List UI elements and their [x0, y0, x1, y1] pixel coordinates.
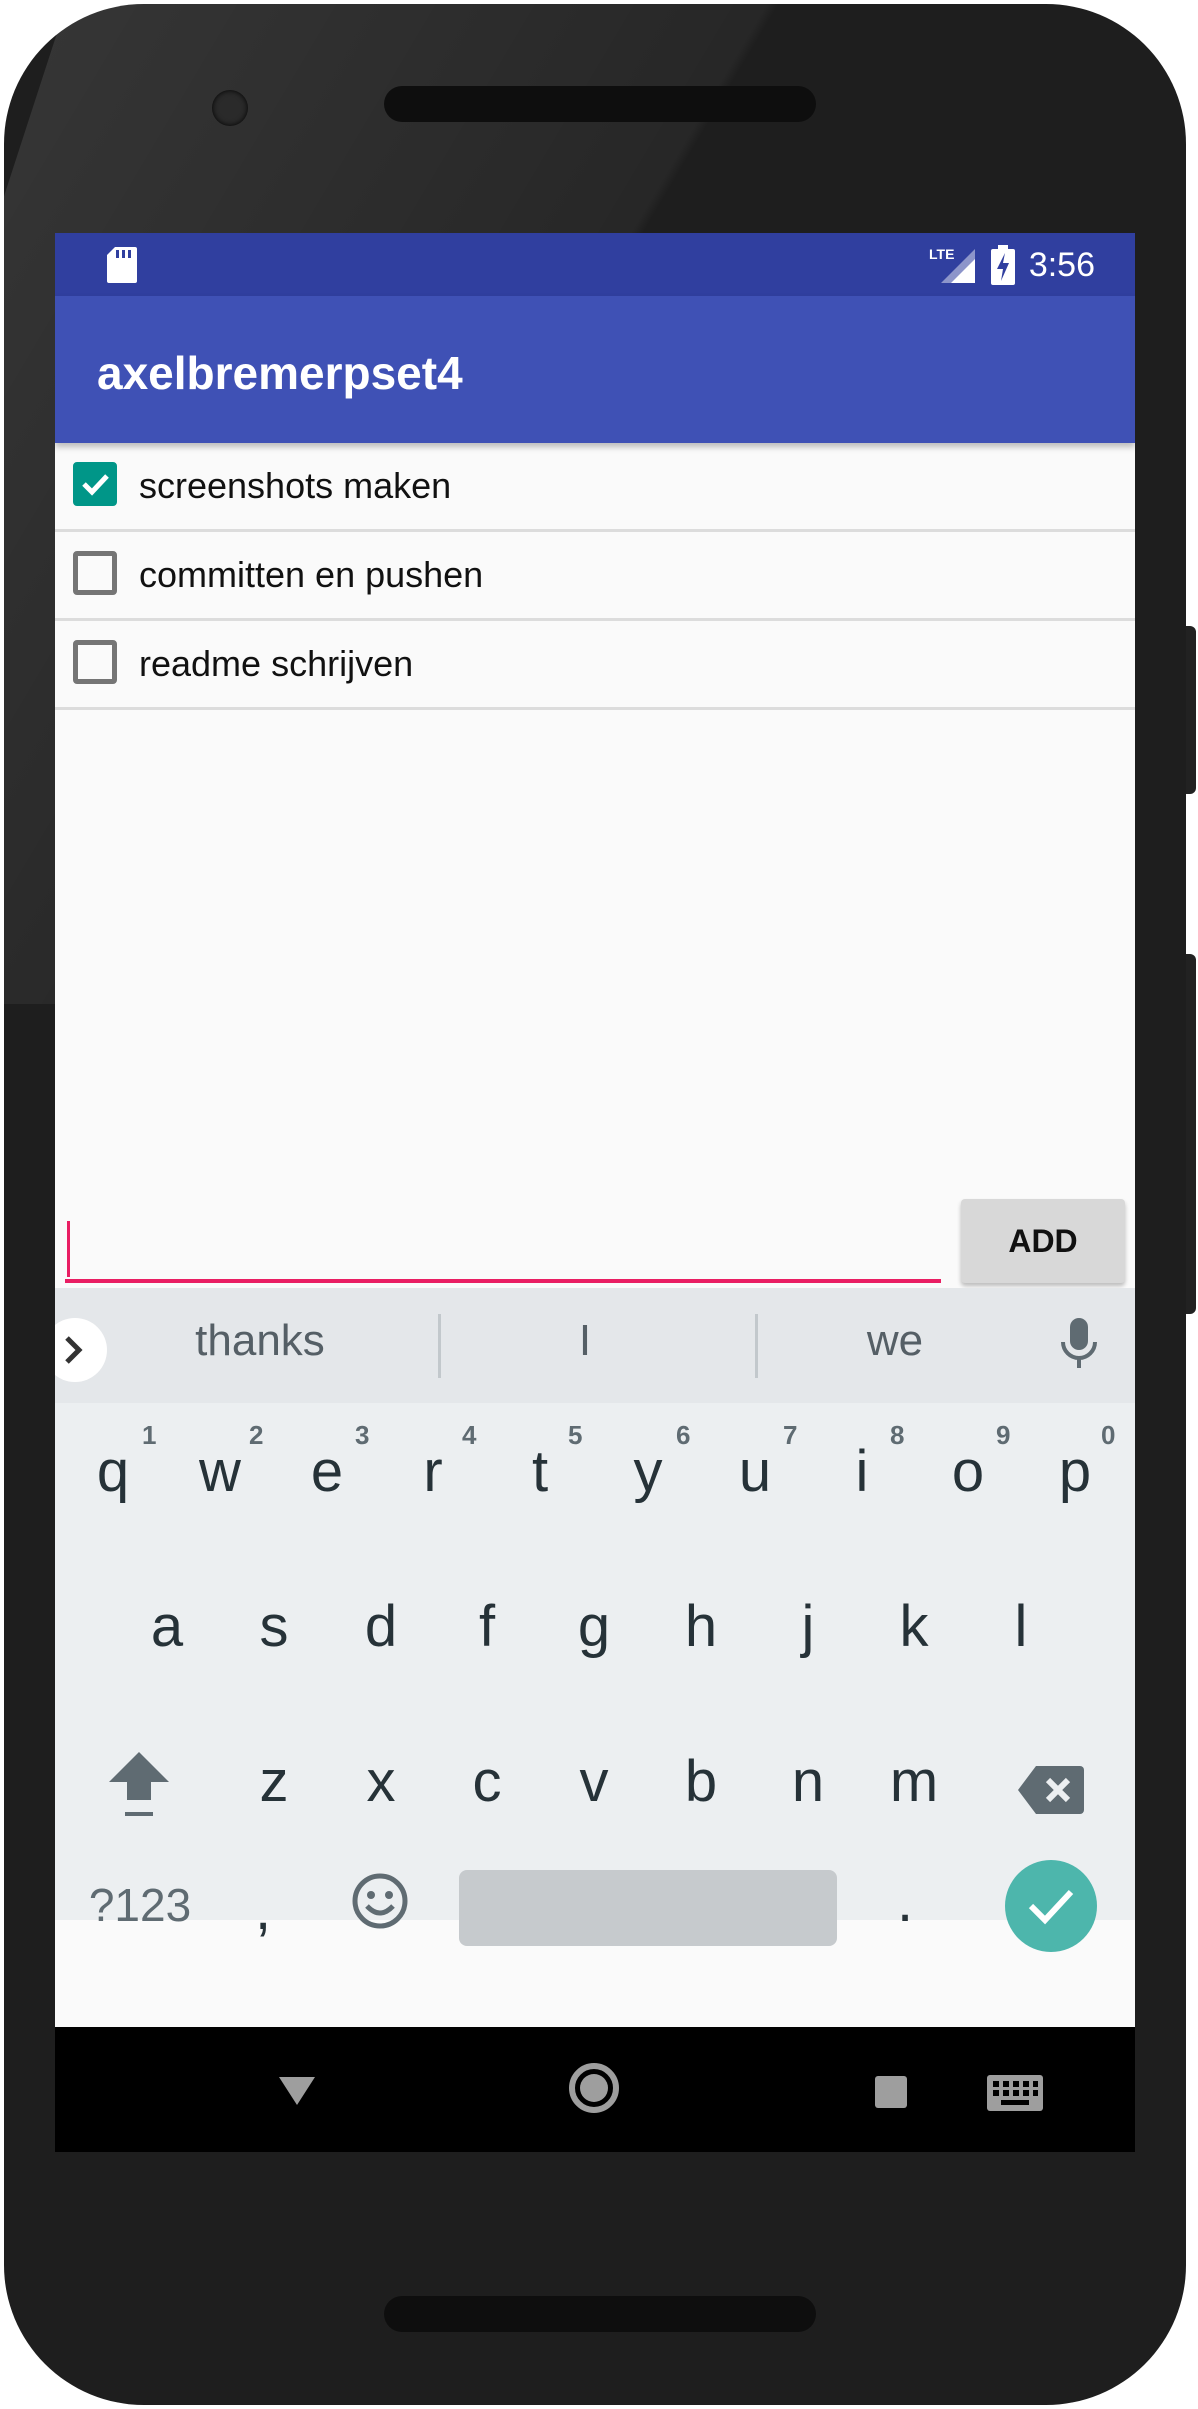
key-z[interactable]: z — [234, 1748, 314, 1815]
navigation-bar — [55, 2027, 1135, 2152]
key-hint-2: 2 — [249, 1420, 264, 1450]
status-bar: LTE 3:56 — [55, 233, 1135, 296]
keyboard-switch-icon[interactable] — [987, 2075, 1043, 2111]
item-label: committen en pushen — [139, 554, 484, 595]
key-v[interactable]: v — [554, 1748, 634, 1815]
expand-suggestions-button[interactable] — [55, 1318, 107, 1382]
key-hint-7: 7 — [783, 1420, 798, 1450]
key-a[interactable]: a — [127, 1593, 207, 1660]
shift-icon[interactable] — [107, 1748, 171, 1820]
soft-keyboard: thanks I we q 1 w 2 e 3 r 4 t 5 y 6 u 7 … — [55, 1288, 1135, 1952]
suggestion-bar: thanks I we — [55, 1288, 1135, 1403]
suggestion-divider — [438, 1314, 441, 1378]
key-c[interactable]: c — [447, 1748, 527, 1815]
item-checkbox[interactable] — [73, 551, 117, 595]
symbols-key[interactable]: ?123 — [85, 1878, 195, 1932]
suggestion-2[interactable]: I — [455, 1316, 715, 1366]
status-right: LTE 3:56 — [929, 243, 1095, 287]
power-button — [1186, 626, 1196, 794]
svg-text:LTE: LTE — [929, 246, 954, 262]
key-hint-3: 3 — [355, 1420, 370, 1450]
key-j[interactable]: j — [768, 1593, 848, 1660]
front-camera — [212, 90, 248, 126]
recents-square-icon[interactable] — [875, 2076, 907, 2108]
key-hint-5: 5 — [568, 1420, 583, 1450]
key-hint-9: 9 — [996, 1420, 1011, 1450]
item-label: screenshots maken — [139, 465, 452, 506]
list-item[interactable]: screenshots maken — [55, 443, 1135, 532]
key-hint-8: 8 — [890, 1420, 905, 1450]
app-title: axelbremerpset4 — [97, 347, 463, 399]
list-item[interactable]: committen en pushen — [55, 532, 1135, 621]
checkmark-icon — [82, 474, 109, 496]
backspace-icon[interactable] — [1018, 1766, 1084, 1814]
done-button[interactable] — [1005, 1860, 1097, 1952]
checkmark-icon — [1028, 1889, 1074, 1925]
item-label: readme schrijven — [139, 643, 414, 684]
sd-card-icon — [107, 247, 137, 283]
key-d[interactable]: d — [341, 1593, 421, 1660]
key-k[interactable]: k — [874, 1593, 954, 1660]
list-item[interactable]: readme schrijven — [55, 621, 1135, 710]
key-n[interactable]: n — [768, 1748, 848, 1815]
microphone-icon[interactable] — [1061, 1318, 1097, 1370]
text-cursor — [67, 1221, 70, 1277]
key-f[interactable]: f — [447, 1593, 527, 1660]
lte-signal-icon: LTE — [929, 246, 975, 283]
screen: LTE 3:56 axelbremerpset4 screenshots mak… — [55, 233, 1135, 2152]
suggestion-3[interactable]: we — [755, 1316, 1035, 1366]
key-r[interactable]: r — [393, 1438, 473, 1505]
suggestion-1[interactable]: thanks — [115, 1316, 405, 1366]
back-triangle-icon[interactable] — [277, 2075, 317, 2107]
chevron-right-icon — [65, 1336, 83, 1364]
key-m[interactable]: m — [874, 1748, 954, 1815]
app-bar: axelbremerpset4 — [55, 296, 1135, 443]
volume-button — [1186, 954, 1196, 1314]
key-hint-1: 1 — [142, 1420, 157, 1450]
todo-list: screenshots maken committen en pushen re… — [55, 443, 1135, 710]
key-x[interactable]: x — [341, 1748, 421, 1815]
key-h[interactable]: h — [661, 1593, 741, 1660]
home-circle-icon[interactable] — [567, 2061, 621, 2115]
battery-charging-icon — [990, 245, 1015, 285]
space-key[interactable] — [459, 1870, 837, 1946]
key-l[interactable]: l — [981, 1593, 1061, 1660]
key-w[interactable]: w — [180, 1438, 260, 1505]
key-hint-0: 0 — [1101, 1420, 1116, 1450]
item-checkbox[interactable] — [73, 640, 117, 684]
key-q[interactable]: q — [73, 1438, 153, 1505]
comma-key[interactable]: , — [233, 1876, 293, 1943]
key-g[interactable]: g — [554, 1593, 634, 1660]
emoji-icon[interactable] — [351, 1872, 409, 1930]
key-hint-4: 4 — [462, 1420, 477, 1450]
period-key[interactable]: . — [875, 1868, 935, 1935]
add-button[interactable]: ADD — [961, 1199, 1125, 1283]
bottom-speaker — [384, 2296, 816, 2332]
key-b[interactable]: b — [661, 1748, 741, 1815]
key-hint-6: 6 — [676, 1420, 691, 1450]
top-speaker — [384, 86, 816, 122]
status-time: 3:56 — [1028, 245, 1095, 284]
item-checkbox-checked[interactable] — [73, 462, 117, 506]
key-s[interactable]: s — [234, 1593, 314, 1660]
todo-text-input[interactable] — [65, 1209, 941, 1283]
